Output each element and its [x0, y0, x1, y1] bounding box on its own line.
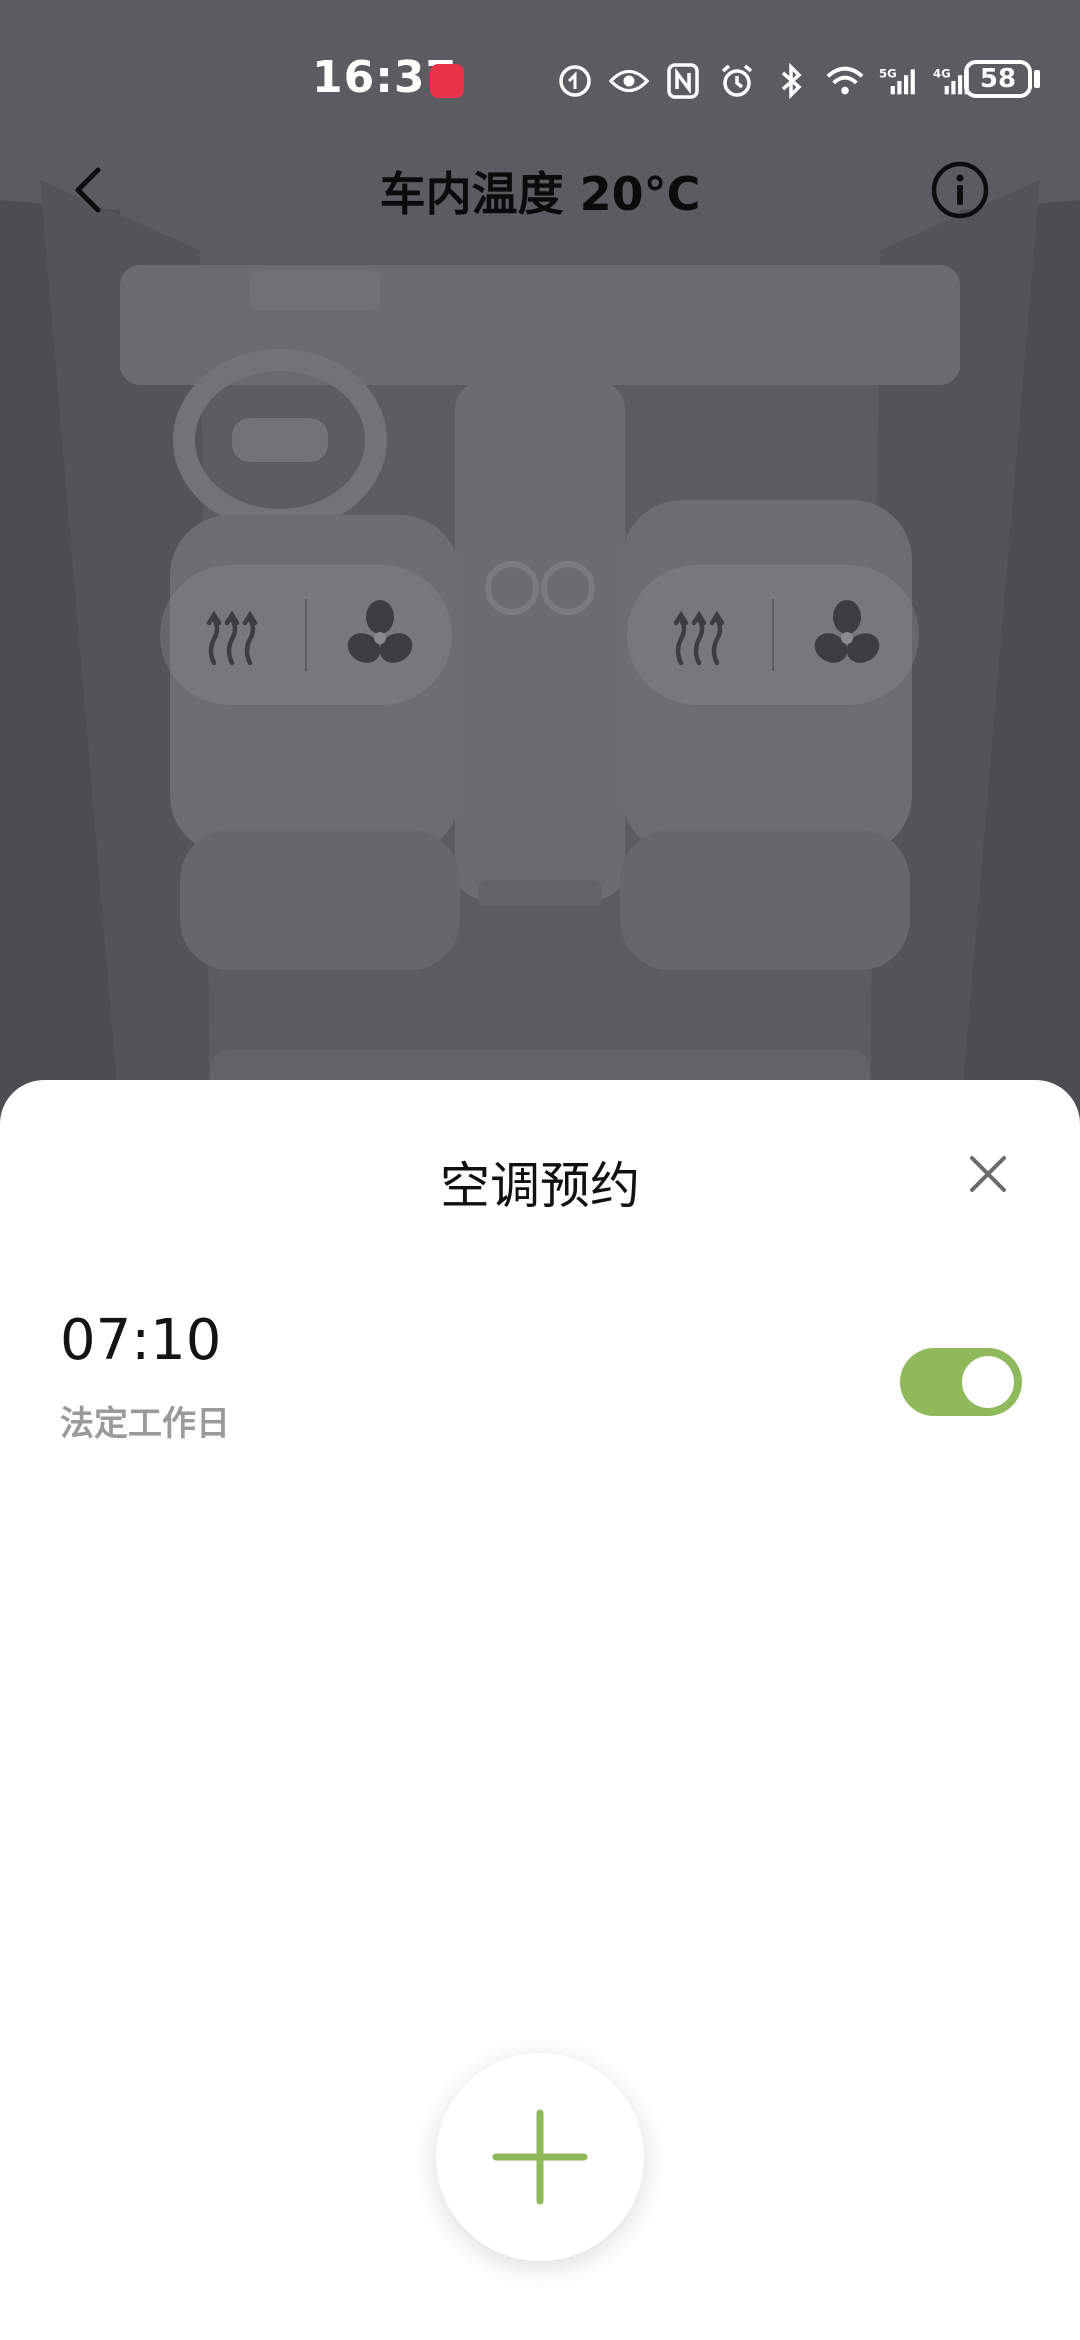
eye-icon [609, 61, 649, 101]
seat-fan-icon [814, 600, 880, 663]
seat-heat-icon [674, 610, 725, 666]
add-schedule-button[interactable] [436, 2053, 644, 2261]
seat-fan-icon [347, 600, 413, 663]
seat-heat-button[interactable] [160, 565, 305, 705]
driver-seat-controls [160, 565, 452, 705]
svg-text:5G: 5G [879, 67, 897, 81]
page-title: 车内温度 20°C [379, 167, 701, 221]
battery-nub [1034, 70, 1040, 88]
seat-heat-icon [207, 610, 258, 666]
alarm-icon [717, 61, 757, 101]
close-button[interactable] [960, 1146, 1016, 1202]
svg-text:4G: 4G [933, 67, 951, 81]
info-icon [931, 161, 989, 219]
passenger-seat-controls [627, 565, 919, 705]
sheet-title: 空调预约 [440, 1157, 640, 1215]
seat-fan-button[interactable] [307, 565, 452, 705]
eye-comfort-icon [555, 61, 595, 101]
status-icons: 5G 4G [555, 58, 973, 104]
app-notification-icon [430, 64, 464, 98]
status-bar: 16:37 5G 4G 58 [0, 0, 1080, 160]
info-button[interactable] [930, 160, 990, 220]
schedule-time: 07:10 [60, 1308, 222, 1373]
schedule-toggle[interactable] [900, 1348, 1022, 1416]
seat-heat-button[interactable] [627, 565, 772, 705]
close-icon [970, 1156, 1006, 1192]
seat-fan-button[interactable] [774, 565, 919, 705]
nfc-icon [663, 61, 703, 101]
schedule-repeat: 法定工作日 [60, 1404, 230, 1444]
bluetooth-icon [771, 61, 811, 101]
wifi-icon [825, 61, 865, 101]
toggle-knob [962, 1356, 1014, 1408]
plus-icon [492, 2109, 588, 2205]
schedule-sheet: 空调预约 07:10 法定工作日 [0, 1080, 1080, 2340]
signal-5g-icon: 5G [879, 61, 919, 101]
top-bar: 车内温度 20°C [0, 140, 1080, 240]
battery-indicator: 58 [964, 60, 1032, 98]
